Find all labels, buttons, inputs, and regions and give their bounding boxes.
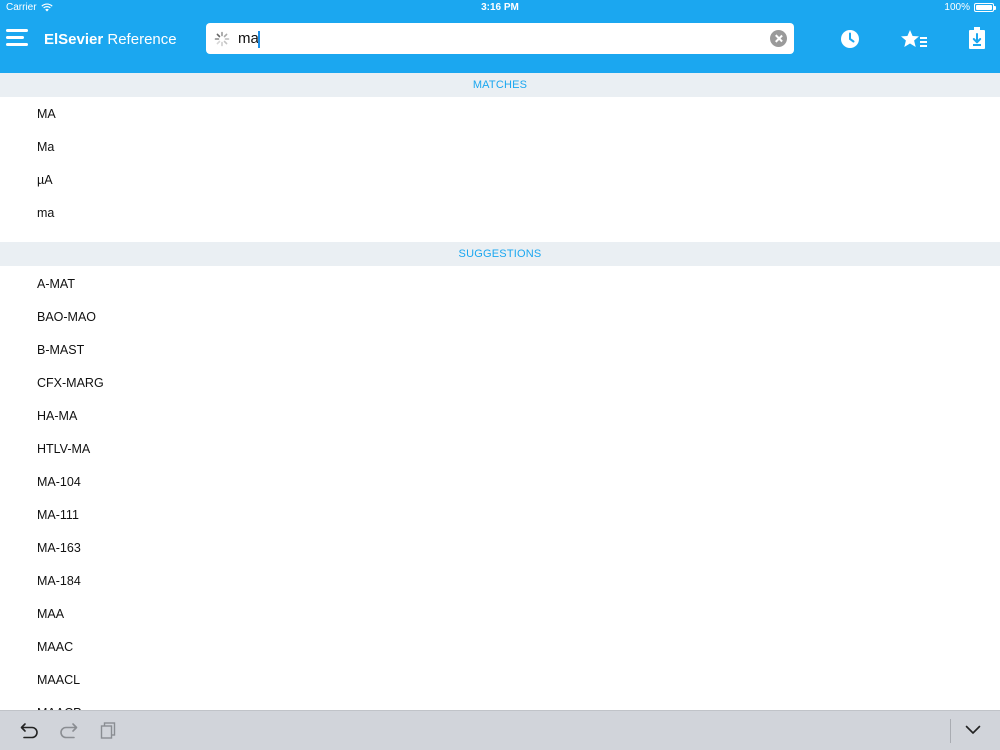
clock-icon[interactable]: [840, 29, 860, 49]
suggestion-item[interactable]: CFX-MARG: [0, 367, 1000, 400]
section-header-matches: MATCHES: [0, 73, 1000, 97]
suggestion-item[interactable]: MAA: [0, 598, 1000, 631]
status-bar: Carrier 3:16 PM 100%: [0, 0, 1000, 16]
match-item[interactable]: µA: [0, 164, 1000, 197]
toolbar-divider: [950, 719, 951, 743]
suggestion-item[interactable]: MA-104: [0, 466, 1000, 499]
status-time: 3:16 PM: [481, 2, 519, 13]
suggestion-item[interactable]: B-MAST: [0, 334, 1000, 367]
search-box[interactable]: [206, 23, 794, 54]
battery-icon: [974, 3, 996, 12]
suggestion-item[interactable]: BAO-MAO: [0, 301, 1000, 334]
battery-percent: 100%: [944, 2, 970, 13]
star-list-icon[interactable]: [900, 29, 928, 49]
clear-icon[interactable]: [770, 30, 787, 47]
suggestion-item[interactable]: MAACP: [0, 697, 1000, 710]
paste-icon[interactable]: [100, 722, 116, 739]
loading-spinner-icon: [214, 31, 230, 47]
text-caret: [258, 31, 260, 48]
suggestion-item[interactable]: MAAC: [0, 631, 1000, 664]
undo-icon[interactable]: [20, 722, 39, 740]
app-title: ElSevier Reference: [44, 31, 177, 48]
suggestion-item[interactable]: HTLV-MA: [0, 433, 1000, 466]
suggestion-item[interactable]: MAACL: [0, 664, 1000, 697]
app-title-brand: ElSevier: [44, 31, 104, 48]
suggestion-item[interactable]: MA-163: [0, 532, 1000, 565]
suggestion-item[interactable]: A-MAT: [0, 268, 1000, 301]
match-item[interactable]: MA: [0, 98, 1000, 131]
results-list: MATCHES MA Ma µA ma SUGGESTIONS A-MAT BA…: [0, 73, 1000, 710]
suggestions-list: A-MAT BAO-MAO B-MAST CFX-MARG HA-MA HTLV…: [0, 266, 1000, 710]
keyboard-toolbar: [0, 710, 1000, 750]
match-item[interactable]: ma: [0, 197, 1000, 230]
search-input[interactable]: [238, 23, 758, 54]
app-title-rest: Reference: [103, 31, 177, 48]
download-icon[interactable]: [967, 26, 987, 50]
app-window: Carrier 3:16 PM 100% ElSevier Reference: [0, 0, 1000, 750]
hamburger-menu-icon[interactable]: [6, 28, 28, 48]
top-header: Carrier 3:16 PM 100% ElSevier Reference: [0, 0, 1000, 73]
section-header-suggestions: SUGGESTIONS: [0, 242, 1000, 266]
suggestion-item[interactable]: MA-111: [0, 499, 1000, 532]
matches-list: MA Ma µA ma: [0, 97, 1000, 242]
match-item[interactable]: Ma: [0, 131, 1000, 164]
redo-icon[interactable]: [59, 722, 78, 740]
chevron-down-icon[interactable]: [965, 725, 981, 735]
suggestion-item[interactable]: HA-MA: [0, 400, 1000, 433]
status-right: 100%: [944, 2, 996, 13]
suggestion-item[interactable]: MA-184: [0, 565, 1000, 598]
